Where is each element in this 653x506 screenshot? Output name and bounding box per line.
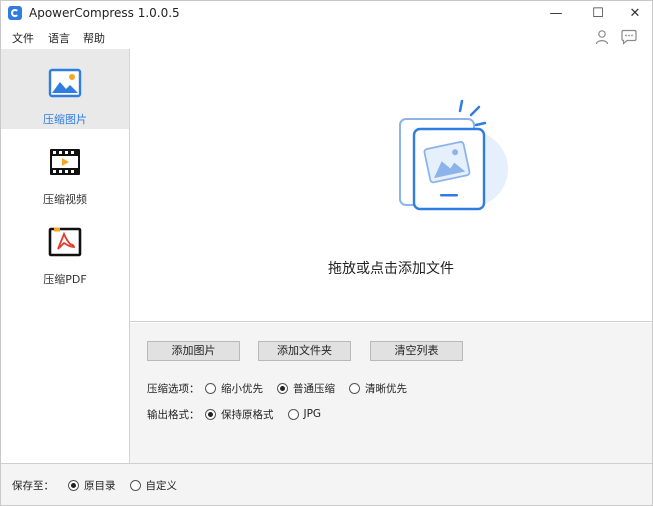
pdf-icon <box>48 227 82 257</box>
app-title: ApowerCompress 1.0.0.5 <box>29 6 180 20</box>
sidebar-item-compress-pdf[interactable]: 压缩PDF <box>1 209 129 289</box>
title-bar[interactable]: ApowerCompress 1.0.0.5 — ☐ ✕ <box>1 1 652 25</box>
add-image-button[interactable]: 添加图片 <box>147 341 240 361</box>
radio-original-dir[interactable]: 原目录 <box>68 478 116 493</box>
user-icon[interactable] <box>594 29 610 45</box>
sidebar-item-compress-video[interactable]: 压缩视频 <box>1 129 129 209</box>
chat-icon[interactable] <box>620 29 638 45</box>
menu-bar: 文件 语言 帮助 <box>1 27 652 49</box>
sidebar-item-label: 压缩视频 <box>43 193 87 206</box>
radio-label: JPG <box>303 408 322 420</box>
sidebar-item-label: 压缩图片 <box>43 113 87 126</box>
output-format-label: 输出格式： <box>147 408 200 421</box>
save-to-row: 保存至： 原目录 自定义 <box>12 478 191 493</box>
clear-list-button[interactable]: 清空列表 <box>370 341 463 361</box>
menu-language[interactable]: 语言 <box>48 30 70 46</box>
radio-button[interactable] <box>277 382 288 394</box>
video-icon <box>50 149 80 175</box>
sidebar: 压缩图片 压缩视频 压缩PDF <box>1 49 130 463</box>
radio-normal-compress[interactable]: 普通压缩 <box>277 381 335 396</box>
radio-label: 自定义 <box>145 480 178 492</box>
file-drop-zone[interactable]: 拖放或点击添加文件 <box>130 49 652 322</box>
maximize-button[interactable]: ☐ <box>581 1 615 25</box>
radio-button[interactable] <box>287 408 299 420</box>
app-window: ApowerCompress 1.0.0.5 — ☐ ✕ 文件 语言 帮助 压缩… <box>0 0 653 506</box>
radio-button[interactable] <box>68 480 79 491</box>
radio-custom-dir[interactable]: 自定义 <box>129 478 178 493</box>
add-folder-button[interactable]: 添加文件夹 <box>258 341 351 361</box>
output-format-row: 输出格式： 保持原格式 JPG <box>147 406 335 422</box>
radio-label: 原目录 <box>84 480 116 492</box>
radio-button[interactable] <box>129 480 141 491</box>
close-button[interactable]: ✕ <box>618 1 652 25</box>
minimize-button[interactable]: — <box>539 1 573 25</box>
options-panel: 添加图片 添加文件夹 清空列表 压缩选项： 缩小优先 普通压缩 清晰优先 输出格… <box>130 323 652 463</box>
radio-button[interactable] <box>205 408 216 420</box>
radio-label: 保持原格式 <box>221 408 274 421</box>
radio-button[interactable] <box>349 382 360 394</box>
compress-options-row: 压缩选项： 缩小优先 普通压缩 清晰优先 <box>147 380 421 396</box>
save-location-bar: 保存至： 原目录 自定义 <box>1 463 652 505</box>
radio-clarity-first[interactable]: 清晰优先 <box>349 381 407 396</box>
radio-label: 清晰优先 <box>365 382 407 395</box>
radio-jpg[interactable]: JPG <box>287 408 322 420</box>
sidebar-item-label: 压缩PDF <box>43 273 87 286</box>
save-to-label: 保存至： <box>12 480 54 492</box>
radio-smaller-first[interactable]: 缩小优先 <box>205 381 263 396</box>
compress-options-label: 压缩选项： <box>147 382 200 395</box>
radio-label: 缩小优先 <box>221 382 263 395</box>
app-logo-icon <box>8 6 22 20</box>
menu-file[interactable]: 文件 <box>12 30 34 46</box>
drop-zone-text: 拖放或点击添加文件 <box>328 261 454 277</box>
sidebar-item-compress-image[interactable]: 压缩图片 <box>1 49 129 129</box>
radio-keep-format[interactable]: 保持原格式 <box>205 407 274 422</box>
image-icon <box>48 68 82 98</box>
menu-help[interactable]: 帮助 <box>83 30 105 46</box>
radio-label: 普通压缩 <box>293 382 335 395</box>
add-files-illustration-icon <box>399 99 508 211</box>
radio-button[interactable] <box>205 382 216 394</box>
